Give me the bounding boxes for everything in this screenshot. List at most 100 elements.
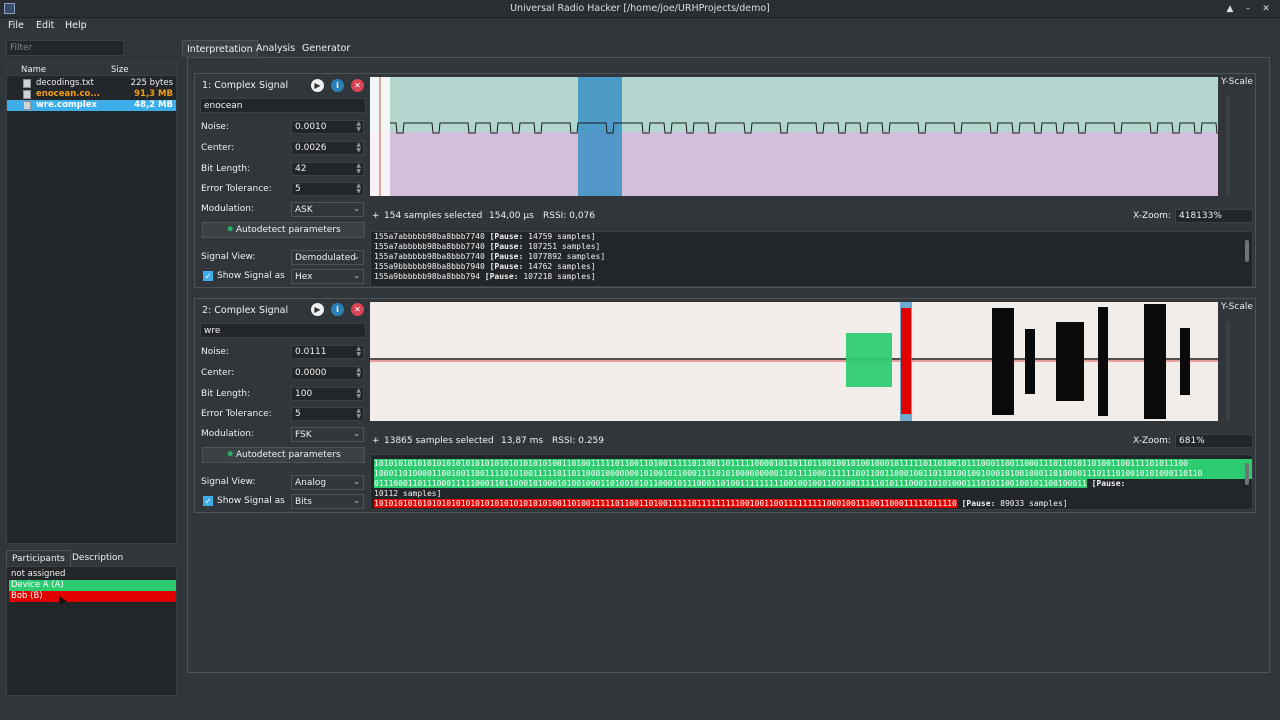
play-button[interactable]: ▶ <box>311 79 324 92</box>
protocol-line[interactable]: 1010101010101010101010101010101010101001… <box>374 459 1252 469</box>
pause-tag: [Pause: <box>489 252 529 261</box>
pause-tag: [Pause: <box>489 262 529 271</box>
participant-device-a[interactable]: Device A (A) <box>9 580 176 591</box>
center-spinbox[interactable]: 0.0000 ▲ ▼ <box>291 366 364 380</box>
participant-not-assigned[interactable]: not assigned <box>9 569 176 580</box>
x-zoom-value: 418133% <box>1179 211 1222 221</box>
rssi-value: RSSI: 0.259 <box>552 436 604 446</box>
samples-selected: 154 samples selected <box>384 211 483 221</box>
protocol-line[interactable]: 1010101010101010101010101010101010101001… <box>374 499 1252 509</box>
y-scale-slider[interactable] <box>1226 96 1230 196</box>
error-tolerance-spinbox[interactable]: 5 ▲ ▼ <box>291 182 364 196</box>
file-size: 91,3 MB <box>134 89 173 99</box>
gear-icon: ✸ <box>226 225 234 235</box>
autodetect-button[interactable]: ✸ Autodetect parameters <box>202 222 365 238</box>
demodulated-signal-plot <box>370 77 1218 196</box>
filter-input[interactable]: Filter <box>6 40 124 56</box>
pause-tag: [Pause: <box>484 272 524 281</box>
protocol-bits: 10112 samples] <box>374 489 442 498</box>
close-signal-button[interactable]: ✕ <box>351 79 364 92</box>
pause-tag: [Pause: <box>489 242 529 251</box>
participants-tabs: Participants Description <box>6 550 177 566</box>
modulation-select[interactable]: FSK ⌄ <box>291 427 364 442</box>
x-zoom-spinbox[interactable]: 418133% <box>1175 209 1253 223</box>
play-button[interactable]: ▶ <box>311 303 324 316</box>
show-signal-checkbox[interactable]: ✓ <box>203 271 213 281</box>
protocol-line[interactable]: 155a9bbbbbb98ba8bbb794 [Pause: 107218 sa… <box>374 272 1252 282</box>
info-button[interactable]: i <box>331 303 344 316</box>
file-name: wre.complex <box>36 100 98 110</box>
keep-above-button[interactable]: ▲ <box>1223 2 1237 16</box>
add-selection-icon[interactable]: + <box>372 436 380 446</box>
pause-samples: 107251 samples] <box>528 242 601 251</box>
participant-bob[interactable]: Bob (B) <box>9 591 176 602</box>
protocol-line[interactable]: 155a7abbbbb98ba8bbb7740 [Pause: 1077892 … <box>374 252 1252 262</box>
signal-view-select[interactable]: Analog ⌄ <box>291 475 364 490</box>
protocol-line[interactable]: 155a7abbbbb98ba8bbb7740 [Pause: 107251 s… <box>374 242 1252 252</box>
protocol-line[interactable]: 0111000110111000111110001101100010100010… <box>374 479 1252 489</box>
add-selection-icon[interactable]: + <box>372 211 380 221</box>
signal-graph-1[interactable] <box>370 77 1218 196</box>
bit-length-spinbox[interactable]: 42 ▲ ▼ <box>291 162 364 176</box>
close-signal-button[interactable]: ✕ <box>351 303 364 316</box>
y-scale-slider[interactable] <box>1226 321 1230 421</box>
protocol-bits: 155a7abbbbb98ba8bbb7740 <box>374 252 490 261</box>
file-row-enocean[interactable]: enocean.co... 91,3 MB <box>7 89 176 100</box>
file-row-decodings[interactable]: decodings.txt 225 bytes <box>7 78 176 89</box>
protocol-scrollbar[interactable] <box>1245 463 1249 485</box>
signal-graph-2[interactable] <box>370 302 1218 421</box>
signal-name-field[interactable]: wre <box>200 323 366 338</box>
x-zoom-value: 681% <box>1179 436 1205 446</box>
tab-description[interactable]: Description <box>67 550 128 566</box>
center-spinbox[interactable]: 0.0026 ▲ ▼ <box>291 141 364 155</box>
noise-label: Noise: <box>201 347 229 357</box>
protocol-view-1[interactable]: 155a7abbbbb98ba8bbb7740 [Pause: 14759 sa… <box>370 231 1253 287</box>
bit-length-value: 42 <box>295 164 307 174</box>
protocol-line[interactable]: 155a7abbbbb98ba8bbb7740 [Pause: 14759 sa… <box>374 232 1252 242</box>
error-tolerance-spinbox[interactable]: 5 ▲ ▼ <box>291 407 364 421</box>
modulation-value: ASK <box>295 205 313 215</box>
signal-view-select[interactable]: Demodulated ⌄ <box>291 250 364 265</box>
show-signal-checkbox[interactable]: ✓ <box>203 496 213 506</box>
protocol-scrollbar[interactable] <box>1245 240 1249 262</box>
signal-name-field[interactable]: enocean <box>200 98 366 113</box>
modulation-select[interactable]: ASK ⌄ <box>291 202 364 217</box>
info-button[interactable]: i <box>331 79 344 92</box>
signal-view-label: Signal View: <box>201 477 256 487</box>
menu-file[interactable]: File <box>8 20 24 31</box>
file-tree[interactable]: Name Size decodings.txt 225 bytes enocea… <box>6 62 177 544</box>
show-signal-as-select[interactable]: Bits ⌄ <box>291 494 364 509</box>
tab-analysis[interactable]: Analysis <box>252 40 299 57</box>
pause-samples: 1077892 samples] <box>528 252 606 261</box>
noise-spinbox[interactable]: 0.0010 ▲ ▼ <box>291 120 364 134</box>
noise-value: 0.0111 <box>295 347 327 357</box>
protocol-line[interactable]: 155a9bbbbbb98ba8bbb7940 [Pause: 14762 sa… <box>374 262 1252 272</box>
noise-label: Noise: <box>201 122 229 132</box>
file-tree-header: Name Size <box>7 63 176 76</box>
menu-help[interactable]: Help <box>65 20 87 31</box>
column-size[interactable]: Size <box>111 65 128 75</box>
tab-interpretation[interactable]: Interpretation <box>182 40 258 57</box>
protocol-view-2[interactable]: 1010101010101010101010101010101010101001… <box>370 454 1253 510</box>
pause-samples: 14759 samples] <box>528 232 596 241</box>
signal-view-value: Analog <box>295 478 327 488</box>
close-window-button[interactable]: ✕ <box>1259 2 1273 16</box>
protocol-bits: 155a9bbbbbb98ba8bbb7940 <box>374 262 490 271</box>
tab-generator[interactable]: Generator <box>298 40 354 57</box>
tab-participants[interactable]: Participants <box>6 550 71 566</box>
center-label: Center: <box>201 368 235 378</box>
x-zoom-spinbox[interactable]: 681% <box>1175 434 1253 448</box>
show-signal-as-select[interactable]: Hex ⌄ <box>291 269 364 284</box>
participants-list[interactable]: not assigned Device A (A) Bob (B) <box>6 566 177 696</box>
error-tolerance-value: 5 <box>295 409 301 419</box>
file-row-wre[interactable]: wre.complex 48,2 MB <box>7 100 176 111</box>
protocol-bits: 1010101010101010101010101010101010101001… <box>374 499 957 508</box>
autodetect-button[interactable]: ✸ Autodetect parameters <box>202 447 365 463</box>
noise-spinbox[interactable]: 0.0111 ▲ ▼ <box>291 345 364 359</box>
minimize-button[interactable]: – <box>1241 2 1255 16</box>
bit-length-spinbox[interactable]: 100 ▲ ▼ <box>291 387 364 401</box>
column-name[interactable]: Name <box>21 65 46 75</box>
protocol-line[interactable]: 10112 samples] <box>374 489 1252 499</box>
protocol-line[interactable]: 1000110100001100100110011110101001111101… <box>374 469 1252 479</box>
menu-edit[interactable]: Edit <box>36 20 54 31</box>
